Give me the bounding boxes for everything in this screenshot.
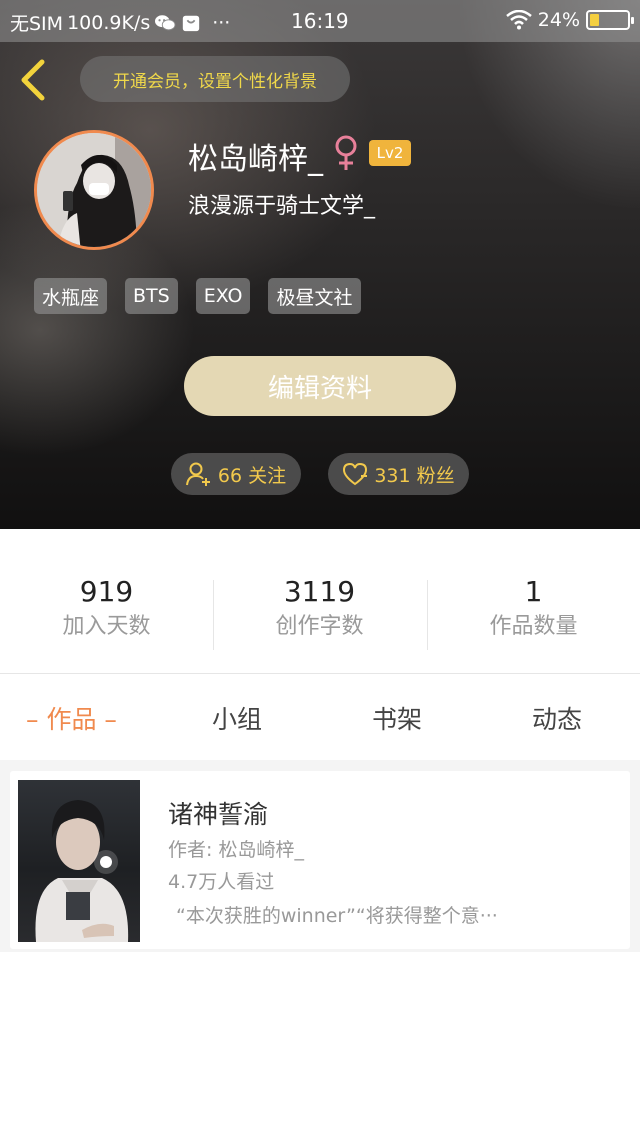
work-views: 4.7万人看过 (168, 871, 275, 893)
tag-item[interactable]: BTS (125, 278, 178, 314)
stat-label: 创作字数 (275, 614, 364, 639)
stat-label: 作品数量 (489, 614, 578, 639)
shopping-bag-icon (183, 15, 200, 31)
following-button[interactable]: 66 关注 (171, 453, 301, 495)
user-signature: 浪漫源于骑士文学_ (188, 194, 376, 219)
work-author: 作者: 松岛崎梓_ (168, 839, 304, 861)
tag-list: 水瓶座 BTS EXO 极昼文社 (34, 278, 361, 314)
divider (0, 673, 640, 674)
battery-percent: 24% (537, 9, 580, 31)
stat-value: 919 (79, 575, 134, 608)
following-count: 66 关注 (217, 464, 287, 487)
tag-item[interactable]: EXO (195, 278, 251, 314)
profile-header: 无SIM 100.9K/s ··· 16:19 24% 开通会员，设置个性化背景… (0, 0, 640, 529)
more-dots: ··· (212, 11, 231, 34)
female-gender-icon (335, 135, 357, 170)
work-cover-image (18, 780, 140, 942)
carrier-text: 无SIM (10, 13, 64, 35)
battery-level-fill (590, 14, 599, 26)
edit-profile-button[interactable]: 编辑资料 (184, 356, 456, 416)
tag-item[interactable]: 水瓶座 (34, 278, 108, 314)
stat-label: 加入天数 (62, 614, 151, 639)
stat-works-count: 1 作品数量 (427, 574, 640, 644)
stat-join-days: 919 加入天数 (0, 574, 213, 644)
battery-icon (586, 10, 634, 30)
vip-background-banner[interactable]: 开通会员，设置个性化背景 (80, 56, 350, 102)
avatar-photo (37, 133, 151, 247)
stat-word-count: 3119 创作字数 (213, 574, 426, 644)
stat-value: 3119 (283, 575, 356, 608)
avatar[interactable] (34, 130, 154, 250)
username: 松岛崎梓_ (188, 142, 323, 177)
wechat-icon (155, 14, 176, 30)
heart-icon (343, 462, 368, 486)
work-title: 诸神誓渝 (168, 800, 269, 829)
work-excerpt: “本次获胜的winner”“将获得整个意··· (176, 905, 498, 927)
work-item[interactable]: 诸神誓渝 作者: 松岛崎梓_ 4.7万人看过 “本次获胜的winner”“将获得… (10, 771, 630, 949)
level-badge: Lv2 (369, 140, 411, 166)
network-speed: 100.9K/s (67, 11, 151, 34)
tab-activity[interactable]: 动态 (532, 700, 582, 736)
clock: 16:19 (291, 9, 349, 33)
tab-bookshelf[interactable]: 书架 (372, 700, 422, 736)
tag-item[interactable]: 极昼文社 (268, 278, 361, 314)
tab-works[interactable]: – 作品 – (26, 700, 117, 736)
stat-value: 1 (524, 575, 543, 608)
wifi-icon (505, 10, 532, 30)
fans-button[interactable]: 331 粉丝 (328, 453, 469, 495)
tab-groups[interactable]: 小组 (212, 700, 262, 736)
stats-row: 919 加入天数 3119 创作字数 1 作品数量 (0, 574, 640, 654)
add-user-icon (185, 462, 210, 486)
back-arrow-icon[interactable] (16, 58, 52, 102)
fans-count: 331 粉丝 (374, 464, 455, 487)
status-bar: 无SIM 100.9K/s ··· 16:19 24% (0, 0, 640, 42)
